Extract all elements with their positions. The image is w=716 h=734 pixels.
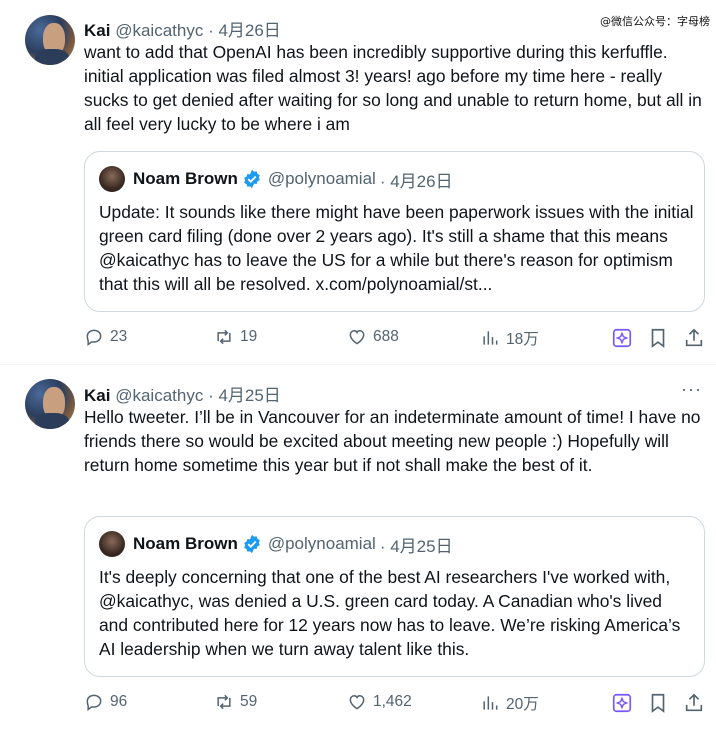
like-button[interactable]: 1,462 [347,692,412,712]
view-count: 18万 [506,331,539,348]
quote-author-name: Noam Brown [133,534,238,553]
author-name[interactable]: Kai [84,21,110,40]
quote-date: · 4月25日 [379,536,453,556]
views-button[interactable]: 20万 [480,692,539,714]
reply-icon [86,329,102,346]
action-bar: 23 19 688 18万 [84,327,706,349]
more-options-icon[interactable]: ··· [681,379,702,400]
avatar[interactable] [25,379,75,429]
quoted-tweet[interactable]: Noam Brown @polynoamial · 4月26日 Update: … [84,151,705,312]
analytics-icon [483,696,498,710]
author-handle[interactable]: @kaicathyc [115,21,203,40]
share-icon[interactable] [683,692,705,714]
quote-header: Noam Brown @polynoamial · 4月26日 [99,166,453,192]
like-count: 688 [373,328,399,345]
reply-count: 23 [110,328,128,345]
repost-button[interactable]: 19 [214,327,257,347]
verified-badge-icon [244,534,260,554]
repost-button[interactable]: 59 [214,692,257,712]
views-button[interactable]: 18万 [480,327,539,349]
quote-text: It's deeply concerning that one of the b… [99,567,681,659]
tweet-text: want to add that OpenAI has been incredi… [84,42,702,134]
reply-button[interactable]: 96 [84,692,127,712]
view-count: 20万 [506,696,539,713]
tweet-date[interactable]: · 4月26日 [208,21,281,40]
grok-icon[interactable] [611,327,633,349]
quote-date: · 4月26日 [379,171,453,191]
bookmark-icon[interactable] [647,692,669,714]
tweet[interactable]: Kai @kaicathyc · 4月25日 ··· Hello tweeter… [0,365,716,734]
repost-count: 59 [240,693,258,710]
quote-author-handle: @polynoamial [267,169,376,188]
repost-icon [217,329,231,345]
bookmark-icon[interactable] [647,327,669,349]
like-button[interactable]: 688 [347,327,399,347]
verified-badge-icon [244,169,260,189]
reply-icon [86,694,102,711]
quoted-tweet[interactable]: Noam Brown @polynoamial · 4月25日 It's dee… [84,516,705,677]
quote-author-handle: @polynoamial [267,534,376,553]
quote-avatar [99,166,125,192]
heart-icon [349,329,365,345]
analytics-icon [483,331,498,345]
tweet-header: Kai @kaicathyc · 4月25日 [84,381,281,406]
tweet-text: Hello tweeter. I’ll be in Vancouver for … [84,407,701,475]
reply-count: 96 [110,693,128,710]
share-icon[interactable] [683,327,705,349]
tweet-date[interactable]: · 4月25日 [208,386,281,405]
like-count: 1,462 [373,693,412,710]
action-bar: 96 59 1,462 20万 [84,692,706,714]
quote-header: Noam Brown @polynoamial · 4月25日 [99,531,453,557]
quote-avatar [99,531,125,557]
author-name[interactable]: Kai [84,386,110,405]
repost-icon [217,694,231,710]
reply-button[interactable]: 23 [84,327,127,347]
tweet-header: Kai @kaicathyc · 4月26日 [84,16,281,41]
author-handle[interactable]: @kaicathyc [115,386,203,405]
repost-count: 19 [240,328,258,345]
heart-icon [349,694,365,710]
avatar[interactable] [25,15,75,65]
quote-text: Update: It sounds like there might have … [99,202,694,294]
quote-author-name: Noam Brown [133,169,238,188]
grok-icon[interactable] [611,692,633,714]
tweet[interactable]: Kai @kaicathyc · 4月26日 want to add that … [0,0,716,365]
